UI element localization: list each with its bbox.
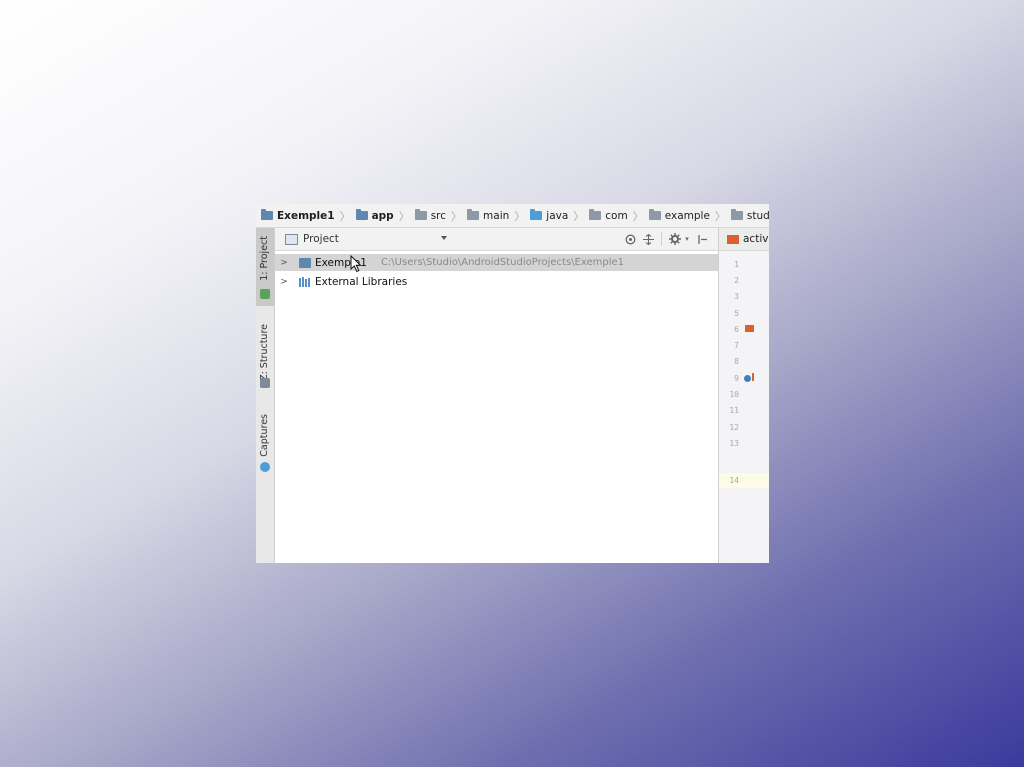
editor-tab[interactable]: activ	[719, 228, 769, 251]
package-icon	[589, 209, 602, 220]
editor-pane: activ 1 2 3 5 6 7 8 9 10 11 12 13 14	[719, 228, 769, 563]
line-number: 14	[729, 476, 739, 485]
project-view-icon	[285, 233, 298, 245]
chevron-right-icon: 〉	[573, 209, 585, 223]
project-icon	[260, 289, 270, 299]
tree-node-external-libraries[interactable]: > External Libraries	[275, 273, 407, 290]
line-number: 3	[734, 292, 739, 301]
chevron-right-icon: 〉	[632, 209, 644, 223]
crumb-label: com	[605, 209, 628, 222]
line-number: 12	[729, 423, 739, 432]
override-gutter-icon[interactable]	[744, 375, 751, 382]
crumb-label: studio	[746, 209, 769, 222]
crumb-main[interactable]: main 〉	[462, 204, 525, 227]
chevron-right-icon[interactable]: >	[278, 277, 290, 287]
chevron-right-icon[interactable]: >	[278, 258, 290, 268]
chevron-right-icon: 〉	[398, 209, 410, 223]
crumb-studio[interactable]: studio 〉	[726, 204, 769, 227]
editor-tab-label: activ	[743, 233, 769, 245]
line-number: 7	[734, 341, 739, 350]
xml-layout-gutter-icon[interactable]	[745, 325, 754, 332]
package-icon	[648, 209, 661, 220]
crumb-label: main	[483, 209, 510, 222]
line-number: 9	[734, 374, 739, 383]
line-number: 10	[729, 390, 739, 399]
chevron-right-icon: 〉	[714, 209, 726, 223]
gear-dropdown-icon[interactable]: ▾	[680, 232, 694, 246]
tool-tab-label: 1: Project	[259, 236, 270, 281]
chevron-right-icon: 〉	[451, 209, 463, 223]
folder-icon	[414, 209, 427, 220]
crumb-label: java	[546, 209, 569, 222]
package-icon	[730, 209, 743, 220]
tool-tab-captures[interactable]: Captures	[256, 410, 274, 474]
crumb-app[interactable]: app 〉	[351, 204, 410, 227]
crumb-java[interactable]: java 〉	[525, 204, 584, 227]
pane-title[interactable]: Project	[303, 233, 339, 245]
line-number: 8	[734, 357, 739, 366]
crumb-label: example	[664, 209, 710, 222]
tree-node-path: C:\Users\Studio\AndroidStudioProjects\Ex…	[380, 257, 625, 268]
project-pane: Project ▾ > Exemple1 C:\Users\Studio\And…	[275, 228, 719, 563]
library-icon	[299, 276, 311, 287]
crumb-exemple1[interactable]: Exemple1 〉	[256, 204, 351, 227]
tool-tab-label: Z: Structure	[259, 324, 270, 381]
line-number: 6	[734, 325, 739, 334]
xml-file-icon	[727, 234, 739, 244]
header-divider	[661, 232, 662, 246]
mouse-cursor-icon	[350, 255, 362, 273]
tool-tab-structure[interactable]: Z: Structure	[256, 320, 274, 396]
chevron-down-icon[interactable]	[441, 236, 447, 240]
captures-icon	[260, 462, 270, 472]
tool-tab-label: Captures	[259, 414, 270, 457]
breakpoint-marker-icon	[752, 373, 754, 381]
line-number: 11	[729, 406, 739, 415]
source-folder-icon	[530, 209, 543, 220]
crumb-label: app	[371, 209, 394, 222]
line-number: 5	[734, 309, 739, 318]
crumb-src[interactable]: src 〉	[410, 204, 462, 227]
line-number: 2	[734, 276, 739, 285]
folder-icon	[467, 209, 480, 220]
chevron-right-icon: 〉	[339, 209, 351, 223]
android-studio-window: Exemple1 〉 app 〉 src 〉 main 〉 java 〉 com…	[256, 204, 769, 563]
breadcrumb: Exemple1 〉 app 〉 src 〉 main 〉 java 〉 com…	[256, 204, 769, 228]
collapse-all-icon[interactable]	[641, 232, 655, 246]
structure-icon	[260, 378, 270, 388]
project-pane-header: Project ▾	[275, 228, 718, 251]
scroll-from-source-icon[interactable]	[623, 232, 637, 246]
line-number: 13	[729, 439, 739, 448]
module-folder-icon	[299, 257, 311, 268]
tool-tab-project[interactable]: 1: Project	[256, 228, 274, 306]
tool-window-strip: 1: Project Z: Structure Captures	[256, 228, 275, 563]
module-folder-icon	[261, 209, 273, 220]
crumb-label: Exemple1	[277, 209, 335, 222]
crumb-label: src	[430, 209, 447, 222]
chevron-right-icon: 〉	[514, 209, 526, 223]
line-number: 1	[734, 260, 739, 269]
hide-pane-icon[interactable]	[695, 232, 709, 246]
crumb-com[interactable]: com 〉	[584, 204, 644, 227]
module-folder-icon	[355, 209, 368, 220]
tree-node-name: External Libraries	[315, 275, 408, 288]
crumb-example[interactable]: example 〉	[644, 204, 726, 227]
tree-node-exemple1[interactable]: > Exemple1 C:\Users\Studio\AndroidStudio…	[275, 254, 718, 271]
